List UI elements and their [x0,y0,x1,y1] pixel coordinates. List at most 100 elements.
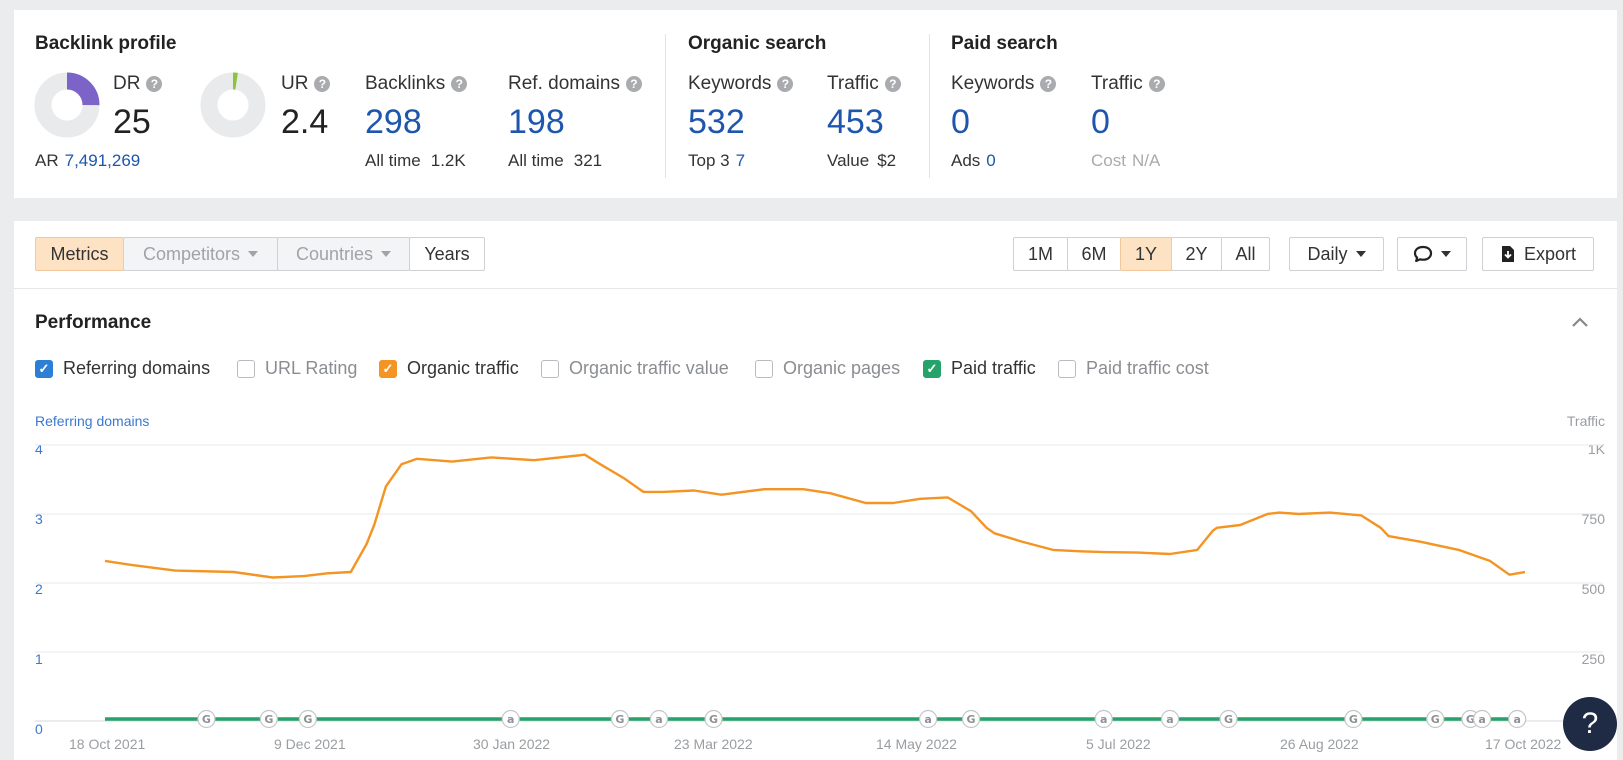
ar-label: AR [35,151,59,170]
ur-value: 2.4 [281,103,329,141]
organic-value: Value $2 [827,151,896,171]
x-tick: 30 Jan 2022 [473,736,551,752]
paid-traffic-label-text: Traffic [1091,73,1143,94]
help-icon[interactable]: ? [451,76,468,92]
annotation-marker[interactable]: a [649,709,669,729]
marker-label: G [709,713,718,726]
x-tick: 5 Jul 2022 [1086,736,1151,752]
marker-label: G [264,713,273,726]
marker-label: a [655,713,662,726]
main-card: Metrics Competitors Countries Years 1M 6… [14,221,1617,760]
organic-search-title: Organic search [688,33,827,54]
backlinks-value[interactable]: 298 [365,103,422,142]
paid-traffic-label[interactable]: Traffic? [1091,73,1165,95]
x-tick: 23 Mar 2022 [674,736,753,752]
annotation-marker[interactable]: a [1508,709,1527,729]
marker-label: a [1513,713,1520,726]
help-icon[interactable]: ? [146,76,163,92]
organic-traffic-label[interactable]: Traffic? [827,73,901,95]
marker-label: a [1100,713,1107,726]
marker-label: a [507,713,514,726]
backlinks-label-text: Backlinks [365,73,446,94]
paid-keywords-label-text: Keywords [951,73,1035,94]
annotation-marker[interactable]: G [1344,709,1363,729]
annotation-marker[interactable]: G [298,709,317,729]
backlinks-alltime-label: All time [365,151,421,170]
annotation-marker[interactable]: a [1472,709,1492,729]
dr-donut-chart [34,72,100,138]
cost-label: Cost [1091,151,1126,170]
chart-grid [35,444,1603,722]
top3-label: Top 3 [688,151,730,170]
organic-traffic-line [104,453,1526,579]
question-icon: ? [1581,707,1599,740]
paid-keywords-label[interactable]: Keywords? [951,73,1057,95]
annotation-marker[interactable]: G [704,709,723,729]
dr-value: 25 [113,103,151,141]
x-tick: 9 Dec 2021 [274,736,346,752]
help-icon[interactable]: ? [625,76,642,92]
backlinks-alltime: All time 1.2K [365,151,466,171]
annotation-marker[interactable]: G [197,709,216,729]
help-icon[interactable]: ? [314,76,331,92]
value-amount: $2 [877,151,897,170]
marker-label: a [924,713,931,726]
annotation-marker[interactable]: G [259,709,278,729]
x-tick: 17 Oct 2022 [1485,736,1562,752]
dr-label[interactable]: DR? [113,73,163,95]
paid-search-title: Paid search [951,33,1058,54]
value-label: Value [827,151,870,170]
ads-value[interactable]: 0 [986,151,995,170]
marker-label: G [1224,713,1233,726]
refdomains-alltime-value: 321 [573,151,603,170]
paid-keywords-value[interactable]: 0 [951,103,970,142]
marker-label: G [1431,713,1440,726]
refdomains-alltime: All time 321 [508,151,602,171]
cost-value: N/A [1131,151,1161,170]
help-button[interactable]: ? [1563,697,1617,751]
x-tick: 14 May 2022 [876,736,957,752]
refdomains-alltime-label: All time [508,151,564,170]
organic-keywords-value[interactable]: 532 [688,103,745,142]
help-icon[interactable]: ? [1040,76,1057,92]
annotation-marker[interactable]: G [1426,709,1445,729]
annotation-marker[interactable]: G [1219,709,1238,729]
x-tick: 18 Oct 2021 [69,736,146,752]
help-icon[interactable]: ? [777,76,794,92]
organic-keywords-label-text: Keywords [688,73,772,94]
annotation-marker[interactable]: a [1160,709,1180,729]
marker-label: G [303,713,312,726]
annotation-marker[interactable]: G [961,709,981,729]
divider [665,34,666,178]
help-icon[interactable]: ? [1148,76,1165,92]
annotation-marker[interactable]: a [1094,709,1113,729]
ar-value[interactable]: 7,491,269 [65,151,141,170]
annotation-marker[interactable]: G [610,709,630,729]
organic-traffic-value[interactable]: 453 [827,103,884,142]
paid-ads: Ads 0 [951,151,996,171]
ur-label[interactable]: UR? [281,73,331,95]
refdomains-label[interactable]: Ref. domains? [508,73,642,95]
paid-cost: Cost N/A [1091,151,1160,171]
organic-traffic-label-text: Traffic [827,73,879,94]
marker-label: G [967,713,976,726]
marker-label: a [1478,713,1485,726]
x-tick: 26 Aug 2022 [1280,736,1359,752]
top3-value[interactable]: 7 [736,151,745,170]
divider [929,34,930,178]
marker-label: G [1349,713,1358,726]
marker-label: a [1166,713,1173,726]
ur-donut-chart [200,72,266,138]
ads-label: Ads [951,151,981,170]
performance-chart: GGGaGaGaGaaGGGGaa [35,444,1603,729]
annotation-marker[interactable]: a [501,709,520,729]
backlinks-alltime-value: 1.2K [430,151,466,170]
refdomains-value[interactable]: 198 [508,103,565,142]
backlinks-label[interactable]: Backlinks? [365,73,468,95]
paid-traffic-value[interactable]: 0 [1091,103,1110,142]
backlink-profile-title: Backlink profile [35,33,177,54]
organic-keywords-label[interactable]: Keywords? [688,73,794,95]
annotation-marker[interactable]: a [919,709,938,729]
help-icon[interactable]: ? [884,76,901,92]
marker-label: G [615,713,624,726]
